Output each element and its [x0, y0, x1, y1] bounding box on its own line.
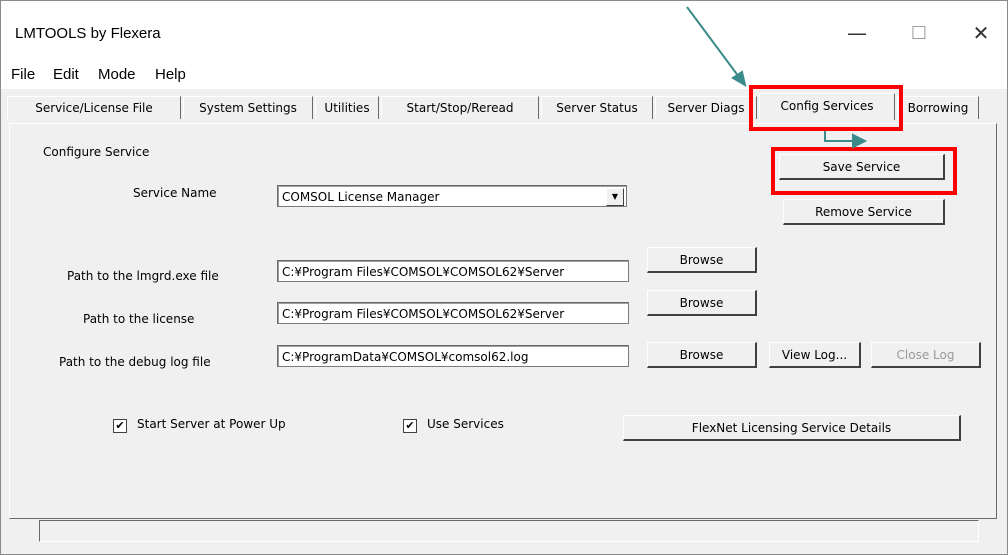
title-bar: LMTOOLS by Flexera — ☐ ✕ [1, 1, 1007, 63]
lmgrd-path-field[interactable]: C:¥Program Files¥COMSOL¥COMSOL62¥Server [277, 260, 629, 282]
menu-edit[interactable]: Edit [53, 66, 79, 83]
maximize-icon[interactable]: ☐ [899, 15, 939, 51]
menu-mode[interactable]: Mode [98, 66, 136, 83]
menu-help[interactable]: Help [155, 66, 186, 83]
menu-bar: File Edit Mode Help [1, 63, 1007, 89]
save-service-button[interactable]: Save Service [779, 154, 945, 180]
remove-service-button[interactable]: Remove Service [783, 199, 945, 225]
service-name-label: Service Name [133, 186, 217, 200]
view-log-button[interactable]: View Log... [769, 342, 861, 368]
minimize-icon[interactable]: — [837, 15, 877, 51]
license-path-label: Path to the license [83, 312, 195, 326]
debug-log-path-field[interactable]: C:¥ProgramData¥COMSOL¥comsol62.log [277, 345, 629, 367]
tab-server-diags[interactable]: Server Diags [655, 96, 757, 119]
tab-server-status[interactable]: Server Status [541, 96, 653, 119]
start-at-powerup-label: Start Server at Power Up [137, 417, 286, 431]
use-services-checkbox[interactable]: ✔ [403, 419, 417, 433]
browse-lmgrd-button[interactable]: Browse [647, 247, 757, 273]
close-log-button[interactable]: Close Log [871, 342, 981, 368]
license-path-field[interactable]: C:¥Program Files¥COMSOL¥COMSOL62¥Server [277, 302, 629, 324]
tab-service-license-file[interactable]: Service/License File [7, 96, 181, 119]
tab-start-stop-reread[interactable]: Start/Stop/Reread [381, 96, 539, 119]
service-name-value: COMSOL License Manager [282, 190, 440, 204]
tab-system-settings[interactable]: System Settings [183, 96, 313, 119]
tab-strip: Service/License File System Settings Uti… [1, 89, 1007, 123]
use-services-label: Use Services [427, 417, 504, 431]
configure-service-label: Configure Service [43, 145, 150, 159]
tab-utilities[interactable]: Utilities [315, 96, 379, 119]
tab-config-services[interactable]: Config Services [759, 93, 895, 120]
menu-file[interactable]: File [11, 66, 35, 83]
chevron-down-icon[interactable]: ▼ [606, 188, 624, 206]
browse-debug-log-button[interactable]: Browse [647, 342, 757, 368]
lmtools-window: LMTOOLS by Flexera — ☐ ✕ File Edit Mode … [0, 0, 1008, 555]
close-icon[interactable]: ✕ [961, 15, 1001, 51]
service-name-dropdown[interactable]: COMSOL License Manager ▼ [277, 185, 627, 207]
tab-borrowing[interactable]: Borrowing [897, 96, 979, 119]
flexnet-service-details-button[interactable]: FlexNet Licensing Service Details [623, 415, 961, 441]
window-title: LMTOOLS by Flexera [15, 25, 161, 42]
status-bar [39, 520, 979, 542]
browse-license-button[interactable]: Browse [647, 290, 757, 316]
start-at-powerup-checkbox[interactable]: ✔ [113, 419, 127, 433]
lmgrd-path-label: Path to the lmgrd.exe file [67, 269, 219, 283]
debug-log-path-label: Path to the debug log file [59, 355, 211, 369]
